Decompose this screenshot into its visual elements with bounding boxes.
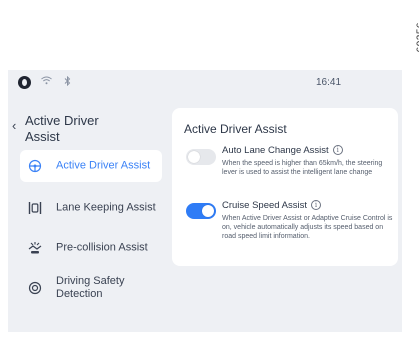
setting-title-label: Auto Lane Change Assist bbox=[222, 145, 329, 156]
toggle-knob bbox=[188, 151, 200, 163]
status-bar: 16:41 bbox=[8, 70, 402, 96]
sidebar-item-label: Active Driver Assist bbox=[56, 159, 151, 172]
lane-keeping-icon bbox=[28, 201, 42, 215]
cruise-speed-assist-title: Cruise Speed Assist i bbox=[222, 200, 322, 211]
steering-wheel-icon bbox=[28, 159, 42, 173]
safety-detection-icon bbox=[28, 281, 42, 295]
back-chevron-icon[interactable]: ‹ bbox=[12, 118, 16, 133]
sidebar-item-driving-safety-detection[interactable]: Driving Safety Detection bbox=[20, 272, 162, 304]
cruise-speed-assist-description: When Active Driver Assist or Adaptive Cr… bbox=[222, 215, 393, 240]
sidebar-item-label: Lane Keeping Assist bbox=[56, 201, 156, 214]
sidebar-item-lane-keeping-assist[interactable]: Lane Keeping Assist bbox=[20, 192, 162, 224]
pre-collision-icon bbox=[28, 241, 42, 255]
info-icon[interactable]: i bbox=[311, 200, 322, 210]
brand-logo-icon bbox=[18, 76, 31, 89]
sidebar-item-label: Pre-collision Assist bbox=[56, 241, 148, 254]
auto-lane-change-toggle[interactable] bbox=[186, 149, 216, 165]
panel-title: Active Driver Assist bbox=[184, 122, 287, 136]
settings-panel: Active Driver Assist Auto Lane Change As… bbox=[172, 108, 398, 266]
page-title: Active Driver Assist bbox=[25, 113, 99, 144]
info-icon[interactable]: i bbox=[332, 145, 343, 155]
sidebar-item-active-driver-assist[interactable]: Active Driver Assist bbox=[20, 150, 162, 182]
auto-lane-change-description: When the speed is higher than 65km/h, th… bbox=[222, 160, 383, 176]
figure-reference-number: 69256 bbox=[415, 22, 419, 53]
cruise-speed-assist-toggle[interactable] bbox=[186, 203, 216, 219]
sidebar-item-pre-collision-assist[interactable]: Pre-collision Assist bbox=[20, 232, 162, 264]
bluetooth-icon bbox=[64, 75, 71, 89]
toggle-knob bbox=[202, 205, 214, 217]
auto-lane-change-title: Auto Lane Change Assist i bbox=[222, 145, 343, 156]
sidebar-item-label: Driving Safety Detection bbox=[56, 275, 125, 300]
clock-time: 16:41 bbox=[316, 77, 342, 88]
setting-title-label: Cruise Speed Assist bbox=[222, 200, 308, 211]
wifi-icon bbox=[41, 76, 52, 88]
infotainment-screen: 16:41 ‹ Active Driver Assist Active Driv… bbox=[8, 70, 402, 332]
